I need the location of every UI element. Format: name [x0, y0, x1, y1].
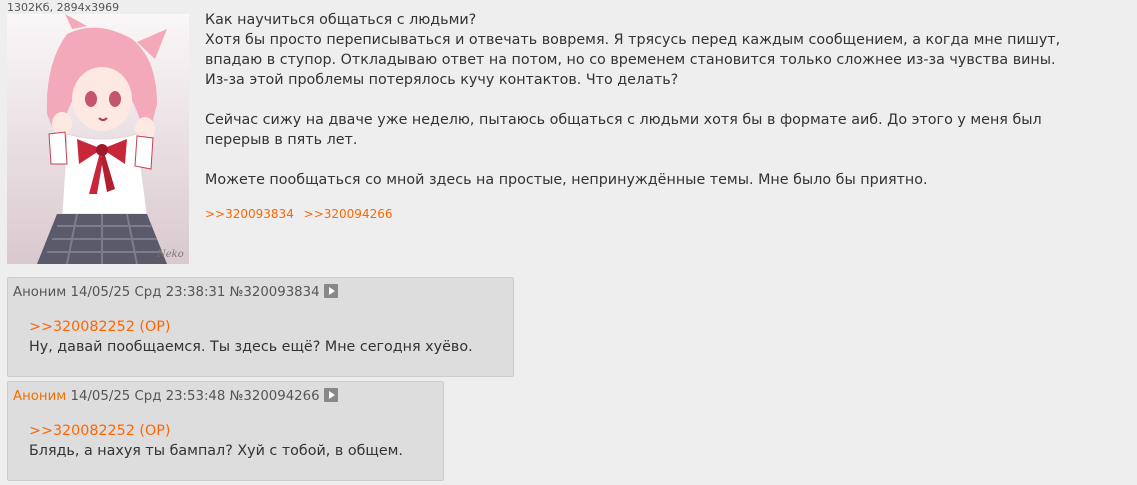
op-line: Можете пообщаться со мной здесь на прост…: [205, 172, 928, 188]
reply-link[interactable]: >>320093834: [205, 207, 294, 221]
anime-girl-illustration: Neko: [7, 14, 189, 264]
op-post-text: Как научиться общаться с людьми? Хотя бы…: [205, 10, 1125, 224]
post-datetime: 14/05/25 Срд 23:38:31: [70, 285, 226, 300]
svg-text:Neko: Neko: [156, 249, 184, 260]
post-header: Аноним 14/05/25 Срд 23:53:48 №320094266: [13, 388, 338, 404]
op-paragraph-3: Можете пообщаться со мной здесь на прост…: [205, 170, 1125, 190]
poster-name: Аноним: [13, 389, 67, 404]
play-icon[interactable]: [323, 388, 338, 402]
play-icon[interactable]: [323, 284, 338, 298]
post-body: >>320082252 (OP) Блядь, а нахуя ты бампа…: [29, 421, 403, 461]
quote-link[interactable]: >>320082252 (OP): [29, 317, 473, 337]
op-line: Как научиться общаться с людьми?: [205, 12, 477, 28]
post-datetime: 14/05/25 Срд 23:53:48: [70, 389, 226, 404]
post-header: Аноним 14/05/25 Срд 23:38:31 №320093834: [13, 284, 338, 300]
op-file-info: 1302Кб, 2894x3969: [7, 1, 120, 14]
op-replies: >>320093834 >>320094266: [205, 204, 1125, 224]
reply-post: Аноним 14/05/25 Срд 23:53:48 №320094266 …: [7, 381, 444, 481]
reply-post: Аноним 14/05/25 Срд 23:38:31 №320093834 …: [7, 277, 514, 377]
reply-link[interactable]: >>320094266: [304, 207, 393, 221]
op-line: Сейчас сижу на дваче уже неделю, пытаюсь…: [205, 112, 1042, 128]
op-image-thumbnail[interactable]: Neko: [7, 14, 189, 264]
poster-name: Аноним: [13, 285, 67, 300]
quote-link[interactable]: >>320082252 (OP): [29, 421, 403, 441]
op-paragraph-2: Сейчас сижу на дваче уже неделю, пытаюсь…: [205, 110, 1125, 150]
op-line: Хотя бы просто переписываться и отвечать…: [205, 32, 1061, 48]
post-text: Ну, давай пообщаемся. Ты здесь ещё? Мне …: [29, 339, 473, 355]
op-line: перерыв в пять лет.: [205, 132, 358, 148]
post-text: Блядь, а нахуя ты бампал? Хуй с тобой, в…: [29, 443, 403, 459]
op-paragraph-1: Как научиться общаться с людьми? Хотя бы…: [205, 10, 1125, 90]
op-line: Из-за этой проблемы потерялось кучу конт…: [205, 72, 679, 88]
post-number[interactable]: №320093834: [230, 285, 320, 300]
op-line: впадаю в ступор. Откладываю ответ на пот…: [205, 52, 1056, 68]
post-body: >>320082252 (OP) Ну, давай пообщаемся. Т…: [29, 317, 473, 357]
post-number[interactable]: №320094266: [230, 389, 320, 404]
